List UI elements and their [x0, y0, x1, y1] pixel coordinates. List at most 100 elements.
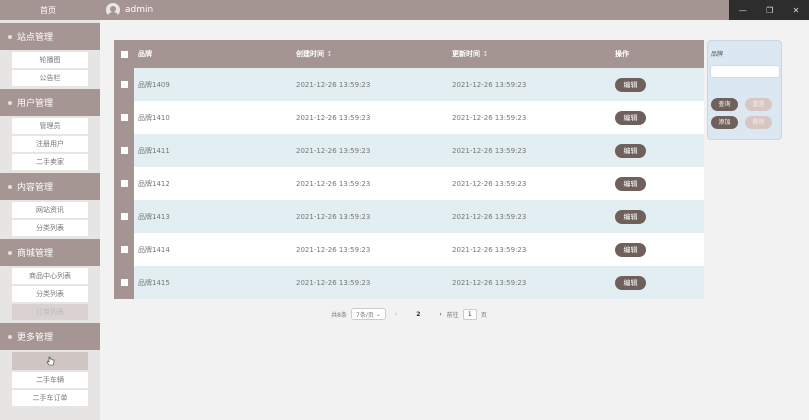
select-all-checkbox[interactable] — [120, 50, 128, 58]
page-size-select[interactable]: 7条/页 ⌄ — [351, 308, 386, 320]
sidebar-item-news[interactable]: 网站资讯 — [12, 202, 88, 218]
cell-created: 2021-12-26 13:59:23 — [296, 80, 371, 89]
sidebar-item-label: 二手车辆 — [36, 376, 64, 384]
sidebar-item-orders[interactable]: 订单列表 — [12, 304, 88, 320]
maximize-icon[interactable]: ❐ — [766, 6, 773, 15]
table-row: 品牌1411 2021-12-26 13:59:23 2021-12-26 13:5… — [114, 134, 704, 167]
column-header-label: 创建时间 — [296, 50, 324, 58]
sidebar-group-label: 站点管理 — [17, 33, 54, 43]
table-row: 品牌1414 2021-12-26 13:59:23 2021-12-26 13:5… — [114, 233, 704, 266]
prev-page-icon[interactable]: ‹ — [395, 311, 397, 318]
row-select-cell — [114, 200, 134, 233]
sidebar-item-label: 订单列表 — [36, 308, 64, 316]
column-header-updated[interactable]: 更新时间 ↕ — [448, 40, 611, 68]
cell-created: 2021-12-26 13:59:23 — [296, 245, 371, 254]
row-checkbox[interactable] — [120, 213, 128, 220]
sidebar-item-label: 网站资讯 — [36, 206, 64, 214]
sidebar-group-label: 商城管理 — [17, 249, 54, 259]
sidebar-item-carousel[interactable]: 轮播图 — [12, 52, 88, 68]
sidebar-item-used-cars[interactable]: 二手车辆 — [12, 372, 88, 388]
minimize-icon[interactable]: — — [739, 6, 747, 15]
cell-brand: 品牌1413 — [138, 212, 170, 221]
row-select-cell — [114, 233, 134, 266]
sidebar-group-content[interactable]: 内容管理 — [0, 173, 100, 200]
current-page-number[interactable]: 2 — [416, 311, 420, 318]
cell-created: 2021-12-26 13:59:23 — [296, 113, 371, 122]
row-checkbox[interactable] — [120, 180, 128, 187]
pagination: 共8条 7条/页 ⌄ ‹ 2 › 前往 1 页 — [114, 306, 704, 322]
avatar[interactable] — [106, 3, 120, 17]
column-header-label: 操作 — [615, 50, 629, 58]
close-icon[interactable]: ✕ — [793, 6, 800, 15]
sidebar-item-notice[interactable]: 公告栏 — [12, 70, 88, 86]
hand-cursor-icon — [46, 356, 54, 365]
sidebar-group-more[interactable]: 更多管理 — [0, 323, 100, 350]
sidebar-group-site[interactable]: 站点管理 — [0, 23, 100, 50]
sidebar: 首页 站点管理 轮播图 公告栏 用户管理 管理员 注册用户 二手卖家 内容管理 … — [0, 0, 100, 420]
next-page-icon[interactable]: › — [439, 311, 441, 318]
edit-button[interactable]: 编辑 — [615, 176, 646, 191]
sidebar-group-shop[interactable]: 商城管理 — [0, 239, 100, 266]
row-checkbox[interactable] — [120, 114, 128, 121]
row-checkbox[interactable] — [120, 279, 128, 286]
group-icon — [8, 34, 12, 39]
table-row: 品牌1412 2021-12-26 13:59:23 2021-12-26 13:5… — [114, 167, 704, 200]
row-checkbox[interactable] — [120, 147, 128, 154]
sidebar-item-sellers[interactable]: 二手卖家 — [12, 154, 88, 170]
sidebar-item-label: 公告栏 — [39, 74, 61, 82]
column-header-created[interactable]: 创建时间 ↕ — [292, 40, 448, 68]
query-button[interactable]: 查询 — [711, 98, 738, 111]
username: admin — [125, 5, 154, 15]
sidebar-group-user[interactable]: 用户管理 — [0, 89, 100, 116]
cell-actions: 编辑 — [611, 266, 704, 299]
cell-actions: 编辑 — [611, 101, 704, 134]
table-row: 品牌1415 2021-12-26 13:59:23 2021-12-26 13:5… — [114, 266, 704, 299]
cell-updated: 2021-12-26 13:59:23 — [452, 278, 527, 287]
cell-updated: 2021-12-26 13:59:23 — [452, 113, 527, 122]
cell-created: 2021-12-26 13:59:23 — [296, 146, 371, 155]
edit-button[interactable]: 编辑 — [615, 110, 646, 125]
table-header-row: 品牌 创建时间 ↕ 更新时间 ↕ 操作 — [114, 40, 704, 68]
data-table-container: 品牌 创建时间 ↕ 更新时间 ↕ 操作 品牌1409 2021-12-26 13:… — [114, 40, 704, 299]
sidebar-item-products[interactable]: 商品中心列表 — [12, 268, 88, 284]
group-icon — [8, 100, 12, 105]
main-content: 品牌 创建时间 ↕ 更新时间 ↕ 操作 品牌1409 2021-12-26 13:… — [100, 20, 809, 420]
sidebar-item-shop-categories[interactable]: 分类列表 — [12, 286, 88, 302]
edit-button[interactable]: 编辑 — [615, 143, 646, 158]
cell-actions: 编辑 — [611, 68, 704, 101]
sidebar-item-brands[interactable] — [12, 352, 88, 370]
delete-button[interactable]: 删除 — [745, 116, 772, 129]
edit-button[interactable]: 编辑 — [615, 209, 646, 224]
cell-brand: 品牌1411 — [138, 146, 170, 155]
group-icon — [8, 250, 12, 255]
sidebar-item-car-orders[interactable]: 二手车订单 — [12, 390, 88, 406]
sort-icon[interactable]: ↕ — [326, 50, 332, 58]
sidebar-item-categories[interactable]: 分类列表 — [12, 220, 88, 236]
edit-button[interactable]: 编辑 — [615, 77, 646, 92]
table-row: 品牌1413 2021-12-26 13:59:23 2021-12-26 13:5… — [114, 200, 704, 233]
sidebar-home[interactable]: 首页 — [0, 0, 100, 20]
cell-actions: 编辑 — [611, 233, 704, 266]
sidebar-item-admin[interactable]: 管理员 — [12, 118, 88, 134]
add-button[interactable]: 添加 — [711, 116, 738, 129]
row-checkbox[interactable] — [120, 81, 128, 88]
sidebar-item-label: 管理员 — [39, 122, 61, 130]
row-select-cell — [114, 101, 134, 134]
cell-actions: 编辑 — [611, 134, 704, 167]
cell-brand: 品牌1415 — [138, 278, 170, 287]
sidebar-item-label: 商品中心列表 — [29, 272, 71, 280]
cell-brand: 品牌1409 — [138, 80, 170, 89]
sort-icon[interactable]: ↕ — [482, 50, 488, 58]
row-checkbox[interactable] — [120, 246, 128, 253]
row-select-cell — [114, 68, 134, 101]
edit-button[interactable]: 编辑 — [615, 275, 646, 290]
brand-search-input[interactable] — [710, 65, 780, 78]
goto-page-input[interactable]: 1 — [462, 308, 477, 320]
row-select-cell — [114, 134, 134, 167]
edit-button[interactable]: 编辑 — [615, 242, 646, 257]
reset-button[interactable]: 重置 — [745, 98, 772, 111]
cell-updated: 2021-12-26 13:59:23 — [452, 80, 527, 89]
cell-brand: 品牌1414 — [138, 245, 170, 254]
sidebar-item-registered-users[interactable]: 注册用户 — [12, 136, 88, 152]
pagination-total: 共8条 — [331, 311, 347, 319]
